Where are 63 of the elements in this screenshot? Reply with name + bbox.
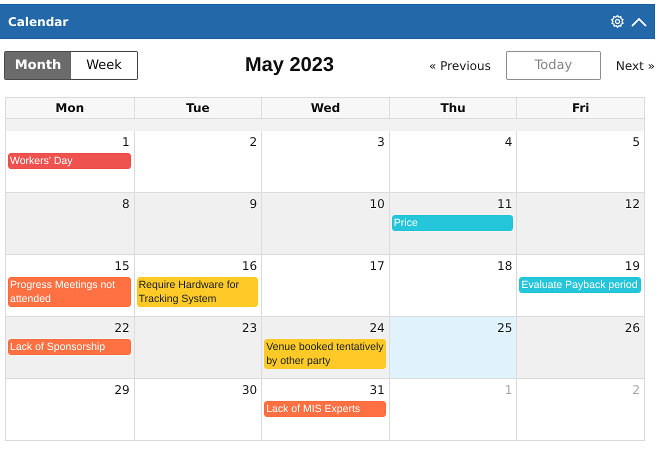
day-number: 10 [370, 197, 385, 211]
day-cell[interactable]: 8 [6, 193, 134, 254]
day-cell[interactable]: 5 [516, 131, 644, 192]
day-cell[interactable]: 2 [134, 131, 262, 192]
settings-icon[interactable] [610, 14, 625, 29]
day-number: 18 [497, 259, 512, 273]
day-cell[interactable]: 25 [388, 317, 516, 378]
day-number: 9 [250, 197, 258, 211]
next-link[interactable]: Next » [616, 58, 655, 72]
day-number: 23 [242, 321, 258, 335]
day-cell[interactable]: 9 [134, 193, 262, 254]
day-cell[interactable]: 3 [261, 131, 389, 192]
day-number: 24 [370, 321, 385, 335]
day-cell[interactable]: 12 [516, 193, 644, 254]
day-cell[interactable]: 29 [6, 379, 134, 440]
panel-title: Calendar [8, 14, 68, 28]
weekday-header: Mon [54, 100, 86, 117]
day-cell[interactable]: 26 [516, 317, 644, 378]
today-button[interactable]: Today [506, 51, 601, 80]
previous-link[interactable]: « Previous [429, 58, 491, 72]
day-cell[interactable]: 19 Evaluate Payback period [516, 255, 644, 316]
day-number: 11 [497, 197, 512, 211]
day-number: 2 [632, 383, 640, 397]
weekday-header: Fri [516, 98, 644, 118]
day-number: 25 [497, 321, 512, 335]
day-cell[interactable]: 18 [388, 255, 516, 316]
day-number: 3 [377, 135, 385, 149]
day-number: 2 [250, 135, 258, 149]
day-number: 15 [114, 259, 130, 273]
day-cell[interactable]: 10 [261, 193, 389, 254]
day-number: 1 [122, 135, 130, 149]
day-cell[interactable]: 11 Price [388, 193, 516, 254]
weekday-header: Thu [388, 98, 516, 118]
day-cell[interactable]: 23 [134, 317, 262, 378]
day-cell[interactable]: 31 Lack of MIS Experts [261, 379, 389, 440]
day-number: 29 [114, 383, 130, 397]
day-cell[interactable]: 22 Lack of Sponsorship [6, 317, 134, 378]
day-number: 12 [624, 197, 640, 211]
weekday-header: Wed [261, 98, 389, 118]
day-cell[interactable]: 30 [134, 379, 262, 440]
day-number: 8 [122, 197, 130, 211]
day-number: 5 [632, 135, 640, 149]
weekday-header: Tue [134, 98, 262, 118]
day-number: 4 [504, 135, 512, 149]
day-cell[interactable]: 1 Workers' Day [6, 131, 134, 192]
day-number: 31 [370, 383, 385, 397]
collapse-icon[interactable] [631, 16, 647, 26]
day-cell[interactable]: 15 Progress Meetings not attended [6, 255, 134, 316]
view-tab[interactable]: Month [5, 52, 71, 79]
day-number: 26 [624, 321, 640, 335]
day-cell[interactable]: 4 [388, 131, 516, 192]
day-cell[interactable]: 24 Venue booked tentatively by other party [261, 317, 389, 378]
day-cell[interactable]: 16 Require Hardware for Tracking System [134, 255, 262, 316]
day-number: 19 [624, 259, 640, 273]
event-chip[interactable]: Venue booked tentatively by other party [264, 339, 386, 369]
day-number: 1 [504, 383, 512, 397]
day-number: 16 [242, 259, 258, 273]
day-number: 17 [370, 259, 385, 273]
month-title: May 2023 [244, 54, 335, 77]
event-chip[interactable]: Require Hardware for Tracking System [136, 277, 258, 307]
day-number: 22 [114, 321, 130, 335]
day-number: 30 [242, 383, 258, 397]
day-cell[interactable]: 17 [261, 255, 389, 316]
